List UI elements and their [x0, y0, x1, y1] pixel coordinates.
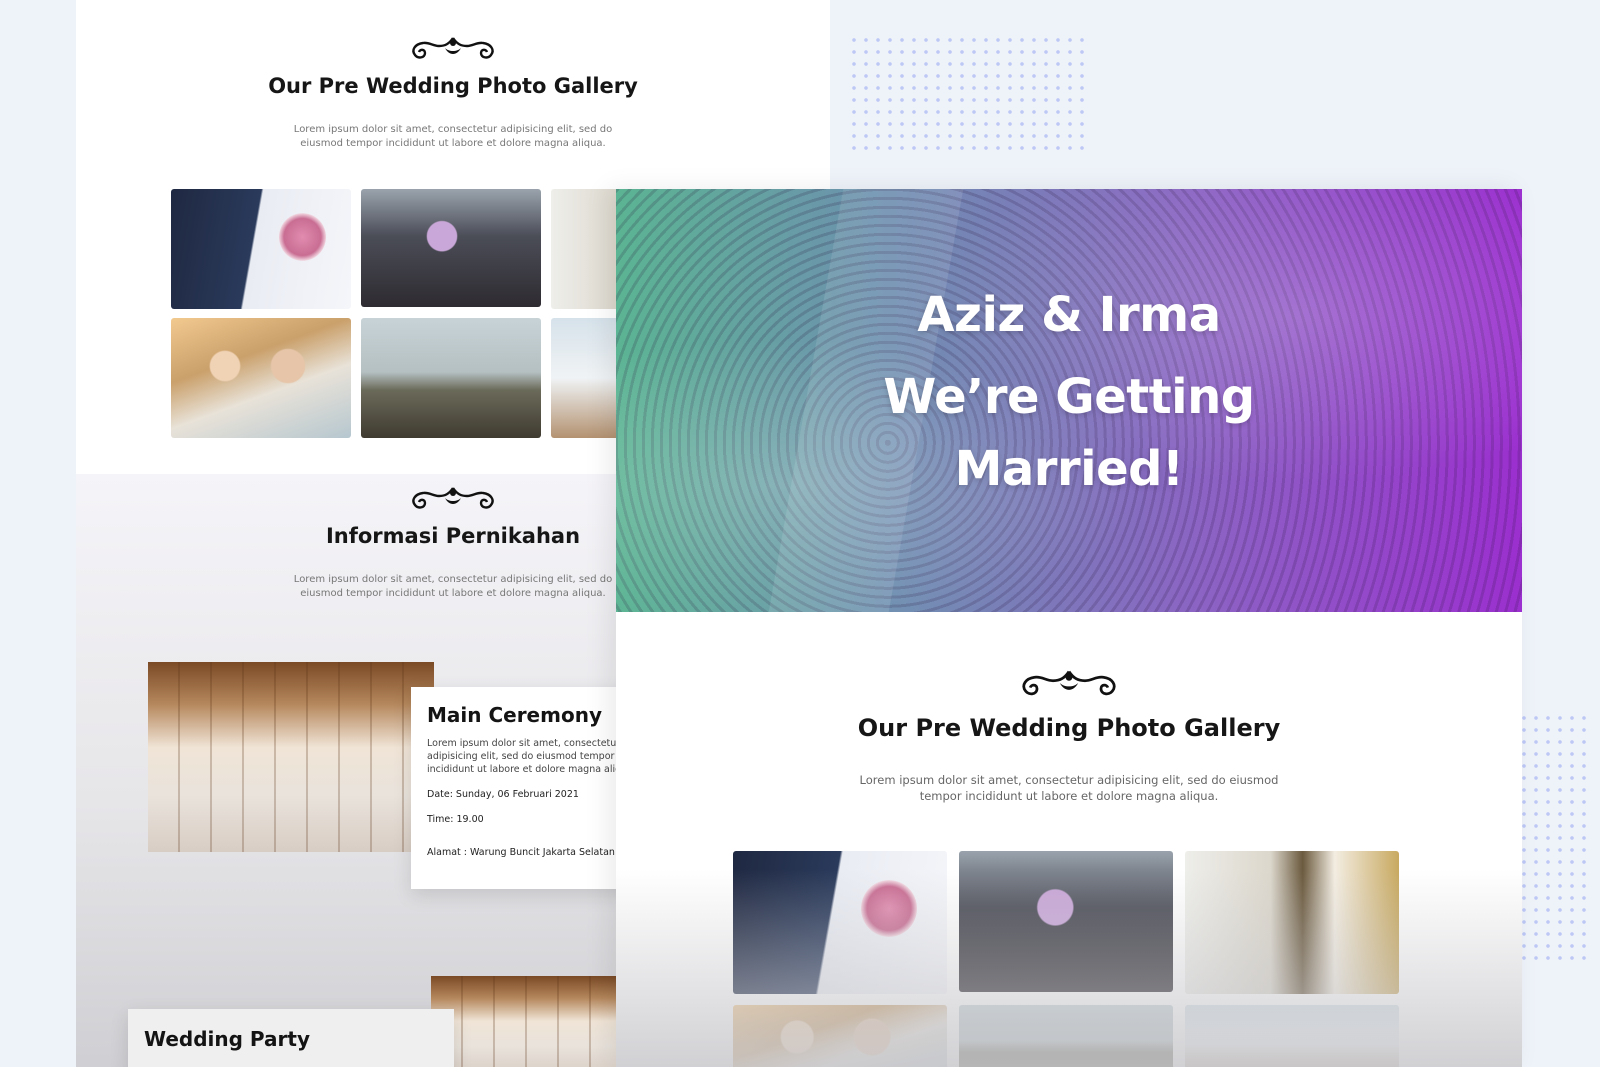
gallery-photo[interactable] [959, 1005, 1173, 1067]
ornament-icon [1022, 670, 1116, 696]
gallery-photo[interactable] [1185, 851, 1399, 994]
gallery-title: Our Pre Wedding Photo Gallery [857, 714, 1281, 742]
gallery-photo[interactable] [1185, 1005, 1399, 1067]
ornament-icon [412, 37, 494, 59]
gallery-photo[interactable] [733, 851, 947, 994]
gallery-description: Lorem ipsum dolor sit amet, consectetur … [293, 124, 613, 149]
hero-headline-line2: Married! [954, 441, 1184, 497]
decorative-dot-grid [848, 34, 1088, 154]
ornament-icon [412, 487, 494, 509]
gallery-description: Lorem ipsum dolor sit amet, consectetur … [859, 773, 1279, 803]
gallery-photo[interactable] [361, 189, 541, 307]
gallery-photo[interactable] [733, 1005, 947, 1067]
gallery-photo[interactable] [959, 851, 1173, 992]
decorative-dot-grid [1518, 712, 1590, 960]
hero-couple-names: Aziz & Irma [917, 287, 1221, 343]
wedding-party-title: Wedding Party [144, 1027, 310, 1051]
gallery-photo[interactable] [171, 189, 351, 309]
gallery-title: Our Pre Wedding Photo Gallery [268, 74, 638, 98]
hero-banner: Aziz & Irma We’re Getting Married! [616, 189, 1522, 612]
gallery-photo[interactable] [171, 318, 351, 438]
venue-photo [148, 662, 434, 852]
wedding-party-card: Wedding Party [128, 1009, 454, 1067]
gallery-photo[interactable] [361, 318, 541, 438]
front-page-preview: Aziz & Irma We’re Getting Married! Our P… [616, 189, 1522, 1067]
hero-headline-line1: We’re Getting [883, 369, 1255, 425]
info-description: Lorem ipsum dolor sit amet, consectetur … [293, 574, 613, 599]
